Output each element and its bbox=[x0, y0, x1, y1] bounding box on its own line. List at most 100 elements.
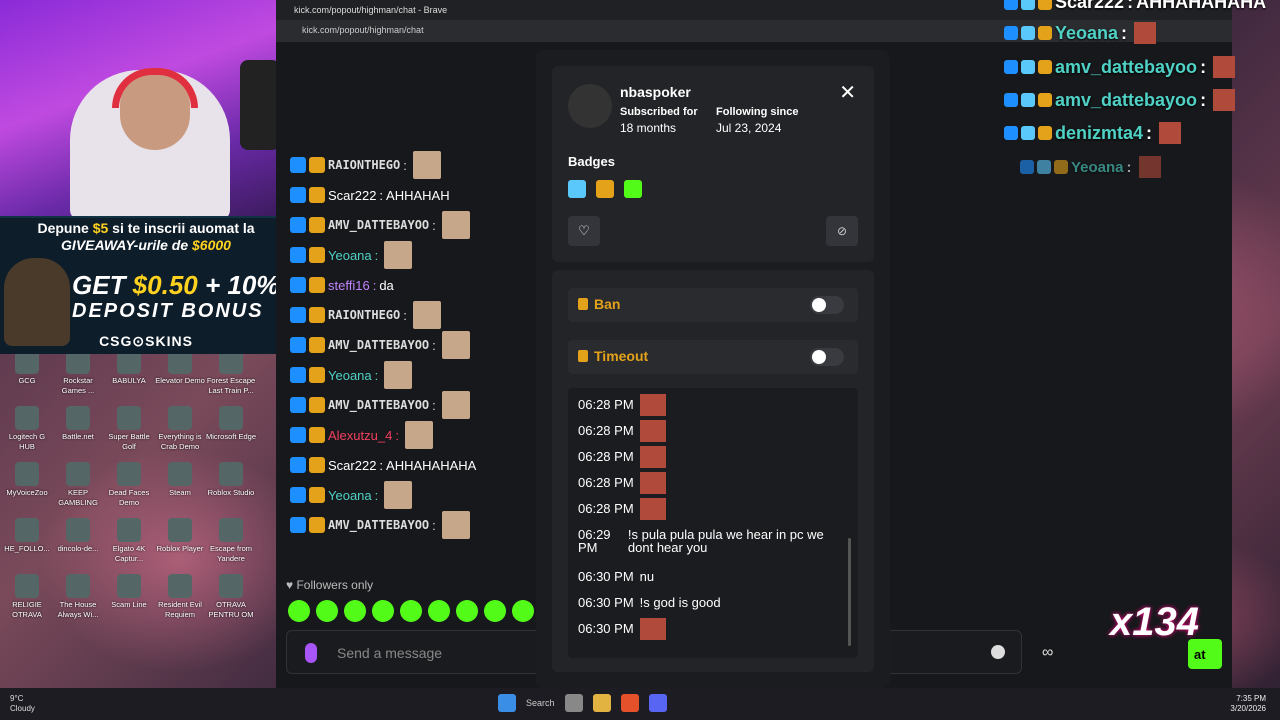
history-scrollbar[interactable] bbox=[848, 538, 851, 646]
chat-username[interactable]: RAIONTHEGO bbox=[328, 158, 400, 172]
desktop-icon[interactable]: Microsoft Edge bbox=[204, 404, 258, 442]
emote-button[interactable] bbox=[484, 600, 506, 622]
brave-icon[interactable] bbox=[620, 694, 639, 712]
taskbar-search[interactable]: Search bbox=[526, 698, 555, 708]
desktop-icon[interactable]: HE_FOLLO... bbox=[0, 516, 54, 554]
heart-icon: ♥ bbox=[286, 578, 294, 592]
history-time: 06:29 PM bbox=[578, 527, 611, 555]
moderation-card: Ban Timeout 06:28 PM 06:28 PM 06:28 PM 06:2… bbox=[552, 270, 874, 672]
moderator-badge-icon bbox=[290, 187, 306, 203]
desktop-icon[interactable]: MyVoiceZoo bbox=[0, 460, 54, 498]
chat-username[interactable]: steffi16 bbox=[328, 278, 370, 293]
file-explorer-icon[interactable] bbox=[592, 694, 611, 712]
desktop-icon[interactable]: Everything is Crab Demo bbox=[153, 404, 207, 452]
taskview-icon[interactable] bbox=[564, 694, 583, 712]
chat-input-placeholder: Send a message bbox=[337, 645, 443, 661]
desktop-icon[interactable]: Super Battle Golf bbox=[102, 404, 156, 452]
mute-user-button[interactable]: ⊘ bbox=[826, 216, 858, 246]
emoji-icon[interactable] bbox=[991, 645, 1005, 659]
desktop-icon[interactable]: dincolo-de... bbox=[51, 516, 105, 554]
chat-username[interactable]: AMV_DATTEBAYOO bbox=[328, 338, 429, 352]
emote-image bbox=[639, 394, 666, 416]
chat-list: RAIONTHEGO: Scar222: AHHAHAH AMV_DATTEBAYO… bbox=[290, 150, 540, 570]
desktop-icon-label: Super Battle Golf bbox=[108, 432, 150, 451]
history-text: !s god is good bbox=[639, 595, 721, 610]
mic-icon[interactable] bbox=[305, 643, 317, 663]
app-icon bbox=[168, 574, 192, 598]
desktop-icon[interactable]: Rockstar Games ... bbox=[51, 348, 105, 396]
chat-username[interactable]: AMV_DATTEBAYOO bbox=[328, 518, 429, 532]
timeout-toggle[interactable] bbox=[810, 348, 844, 366]
desktop-icon-label: dincolo-de... bbox=[57, 544, 99, 553]
emote-button[interactable] bbox=[372, 600, 394, 622]
chat-colon: : bbox=[379, 457, 384, 473]
emote-image bbox=[441, 331, 470, 359]
desktop-icon[interactable]: Forest Escape Last Train P... bbox=[204, 348, 258, 396]
desktop-icon[interactable]: Battle.net bbox=[51, 404, 105, 442]
follow-heart-button[interactable]: ♡ bbox=[568, 216, 600, 246]
moderator-badge-icon bbox=[290, 307, 306, 323]
windows-start-icon[interactable] bbox=[498, 694, 516, 712]
chat-username[interactable]: Yeoana bbox=[328, 488, 372, 503]
emote-button[interactable] bbox=[456, 600, 478, 622]
desktop-icon[interactable]: KEEP GAMBLING bbox=[51, 460, 105, 508]
desktop-icon[interactable]: OTRAVA PENTRU OM bbox=[204, 572, 258, 620]
subscriber-badge-icon bbox=[309, 427, 325, 443]
chat-username[interactable]: AMV_DATTEBAYOO bbox=[328, 398, 429, 412]
emote-button[interactable] bbox=[512, 600, 534, 622]
chat-username[interactable]: Yeoana bbox=[328, 248, 372, 263]
system-clock[interactable]: 7:35 PM 3/20/2026 bbox=[1230, 694, 1266, 714]
desktop-icon-label: Forest Escape Last Train P... bbox=[206, 376, 256, 395]
steam-icon bbox=[168, 462, 192, 486]
overlay-chat-line: amv_dattebayoo : bbox=[1004, 89, 1236, 111]
chat-username[interactable]: AMV_DATTEBAYOO bbox=[328, 218, 429, 232]
emote-button[interactable] bbox=[316, 600, 338, 622]
desktop-icon[interactable]: Resident Evil Requiem bbox=[153, 572, 207, 620]
history-text: !s pula pula pula we hear in pc we dont … bbox=[627, 527, 824, 555]
file-icon bbox=[219, 574, 243, 598]
desktop-icon[interactable]: Logitech G HUB bbox=[0, 404, 54, 452]
chat-message: Yeoana: bbox=[290, 480, 540, 510]
verified-badge-icon bbox=[1021, 26, 1035, 40]
app-icon bbox=[117, 406, 141, 430]
ban-toggle[interactable] bbox=[810, 296, 844, 314]
desktop-icon[interactable]: The House Always Wi... bbox=[51, 572, 105, 620]
ban-label: Ban bbox=[594, 296, 621, 312]
weather-widget[interactable]: 9°C Cloudy bbox=[10, 694, 35, 714]
moderator-badge-icon bbox=[290, 157, 306, 173]
emote-image bbox=[384, 481, 413, 509]
emote-button[interactable] bbox=[428, 600, 450, 622]
chat-username[interactable]: Alexutzu_4 bbox=[328, 428, 392, 443]
emote-image bbox=[384, 361, 413, 389]
desktop-icon[interactable]: Roblox Studio bbox=[204, 460, 258, 498]
desktop-icon[interactable]: Scam Line bbox=[102, 572, 156, 610]
emote-button[interactable] bbox=[344, 600, 366, 622]
overlay-username: Yeoana bbox=[1071, 158, 1124, 176]
overlay-separator: : bbox=[1200, 56, 1207, 77]
desktop-icon-label: OTRAVA PENTRU OM bbox=[208, 600, 254, 619]
chat-message: RAIONTHEGO: bbox=[290, 300, 540, 330]
emote-button[interactable] bbox=[400, 600, 422, 622]
emote-button[interactable] bbox=[288, 600, 310, 622]
infinity-icon[interactable]: ∞ bbox=[1042, 644, 1053, 662]
history-entry: 06:30 PM bbox=[578, 618, 848, 648]
desktop-icon[interactable]: Steam bbox=[153, 460, 207, 498]
close-icon[interactable]: ✕ bbox=[839, 80, 856, 105]
history-entry: 06:28 PM bbox=[578, 420, 848, 450]
desktop-icon[interactable]: Elgato 4K Captur... bbox=[102, 516, 156, 564]
desktop-icon[interactable]: RELIGIE OTRAVA bbox=[0, 572, 54, 620]
chat-username[interactable]: Yeoana bbox=[328, 368, 372, 383]
verified-badge-icon bbox=[1021, 60, 1035, 74]
desktop-icon[interactable]: Roblox Player bbox=[153, 516, 207, 554]
discord-icon[interactable] bbox=[648, 694, 667, 712]
chat-username[interactable]: Scar222 bbox=[328, 458, 376, 473]
desktop-icon[interactable]: Escape from Yandere bbox=[204, 516, 258, 564]
chat-message: AMV_DATTEBAYOO: bbox=[290, 210, 540, 240]
chat-username[interactable]: RAIONTHEGO bbox=[328, 308, 400, 322]
roblox-icon bbox=[168, 518, 192, 542]
promo-line1: Depune $5 si te inscrii auomat la bbox=[37, 220, 255, 236]
chat-colon: : bbox=[403, 157, 407, 173]
verified-badge-icon bbox=[1021, 126, 1035, 140]
chat-username[interactable]: Scar222 bbox=[328, 188, 376, 203]
desktop-icon[interactable]: Dead Faces Demo bbox=[102, 460, 156, 508]
